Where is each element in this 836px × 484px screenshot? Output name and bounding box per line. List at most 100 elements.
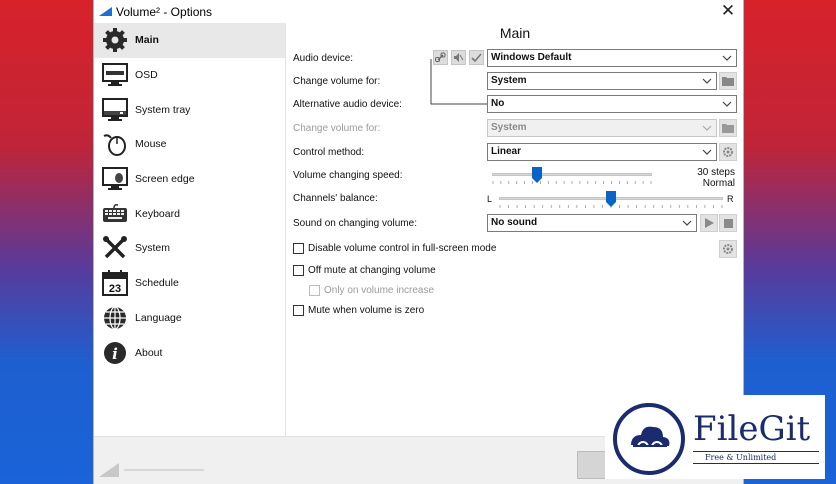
sidebar-item-label: Screen edge [135,173,195,186]
info-glyph: i [112,345,118,363]
alt-change-volume-for-value: System [491,122,527,133]
audio-device-value: Windows Default [491,52,572,63]
change-volume-for-label: Change volume for: [293,76,381,87]
only-increase-checkbox-row[interactable]: Only on volume increase [309,285,434,296]
off-mute-checkbox[interactable] [293,265,304,276]
sidebar-item-osd[interactable]: OSD [94,58,285,93]
disable-fullscreen-checkbox-row[interactable]: Disable volume control in full-screen mo… [293,243,496,254]
browse-folder-button[interactable] [719,72,737,90]
sidebar-item-system-tray[interactable]: System tray [94,92,285,127]
mouse-icon [101,130,129,158]
main-panel: Main Audio device: Windows Default Chang… [287,23,743,436]
calendar-icon: 23 [101,269,129,297]
mute-zero-label: Mute when volume is zero [308,305,425,316]
chevron-down-icon [702,78,712,84]
alt-change-volume-for-select[interactable]: System [487,119,717,137]
mute-zero-checkbox[interactable] [293,305,304,316]
filegit-divider [693,451,819,452]
audio-device-select[interactable]: Windows Default [487,49,737,67]
sidebar-item-schedule[interactable]: 23 Schedule [94,266,285,301]
screen-edge-icon [101,165,129,193]
filegit-logo-icon [613,403,685,475]
balance-left-label: L [487,194,493,204]
connector-line [430,59,487,105]
volume-speed-steps: 30 steps [697,167,735,178]
audio-device-label: Audio device: [293,53,354,64]
sidebar-item-label: Language [135,311,182,324]
only-increase-label: Only on volume increase [324,285,435,296]
chevron-down-icon [702,149,712,155]
footer-divider [124,469,204,471]
play-sound-button[interactable] [700,214,718,232]
disable-fullscreen-label: Disable volume control in full-screen mo… [308,243,497,254]
volume-speed-ticks [492,181,652,184]
globe-icon [101,304,129,332]
page-title: Main [499,25,531,41]
control-method-settings-button[interactable] [719,143,737,161]
control-method-select[interactable]: Linear [487,143,717,161]
sound-label: Sound on changing volume: [293,218,417,229]
change-volume-for-value: System [491,75,527,86]
sidebar-item-system[interactable]: System [94,231,285,266]
alt-audio-device-value: No [491,98,505,109]
sidebar-item-label: System [135,242,171,255]
alt-audio-device-label: Alternative audio device: [293,99,402,110]
disable-fullscreen-checkbox[interactable] [293,243,304,254]
tools-icon [101,234,129,262]
play-icon [704,218,714,228]
balance-label: Channels' balance: [293,193,378,204]
change-volume-for-select[interactable]: System [487,72,717,90]
gear-icon [723,147,733,157]
only-increase-checkbox[interactable] [309,285,320,296]
filegit-watermark: FileGit Free & Unlimited [605,395,825,479]
sidebar-item-about[interactable]: i About [94,335,285,370]
sidebar-item-label: System tray [135,103,191,116]
folder-icon [722,124,734,133]
sidebar-item-language[interactable]: Language [94,301,285,336]
off-mute-checkbox-row[interactable]: Off mute at changing volume [293,265,436,276]
filegit-name: FileGit [693,409,811,449]
volume-logo-icon [99,463,119,477]
alt-audio-device-select[interactable]: No [487,95,737,113]
stop-sound-button[interactable] [719,214,737,232]
sidebar-item-main[interactable]: Main [94,23,285,58]
fullscreen-settings-button[interactable] [719,240,737,258]
sound-select[interactable]: No sound [487,214,697,232]
mute-zero-checkbox-row[interactable]: Mute when volume is zero [293,305,424,316]
volume-speed-track[interactable] [492,173,652,176]
alt-browse-folder-button[interactable] [719,119,737,137]
filegit-divider [693,463,819,464]
sidebar-item-label: Mouse [135,138,167,151]
volume-speed-thumb[interactable] [531,167,542,183]
balance-right-label: R [727,194,734,204]
sidebar-item-label: About [135,346,163,359]
control-method-value: Linear [491,146,522,157]
volume-app-icon [99,7,112,16]
keyboard-icon [101,200,129,228]
sidebar-item-label: Keyboard [135,207,180,220]
alt-change-volume-for-label: Change volume for: [293,123,381,134]
chevron-down-icon [682,220,692,226]
system-tray-icon [101,96,129,124]
filegit-tagline: Free & Unlimited [705,453,777,462]
sidebar-item-label: Schedule [135,277,179,290]
volume-speed-mode: Normal [702,178,735,189]
chevron-down-icon [722,55,732,61]
sound-value: No sound [491,217,538,228]
balance-thumb[interactable] [606,191,616,207]
calendar-day: 23 [109,283,121,295]
info-icon: i [101,339,129,367]
sidebar-item-mouse[interactable]: Mouse [94,127,285,162]
sidebar: Main OSD System tray Mouse Screen edge K… [94,23,286,436]
sidebar-item-keyboard[interactable]: Keyboard [94,196,285,231]
folder-icon [722,77,734,86]
chevron-down-icon [702,125,712,131]
monitor-icon [101,61,129,89]
sidebar-item-screen-edge[interactable]: Screen edge [94,162,285,197]
close-button[interactable]: ✕ [717,1,739,23]
stop-icon [723,218,733,228]
sidebar-item-label: Main [135,34,159,47]
gear-icon [101,26,129,54]
control-method-label: Control method: [293,147,365,158]
gear-icon [723,244,733,254]
